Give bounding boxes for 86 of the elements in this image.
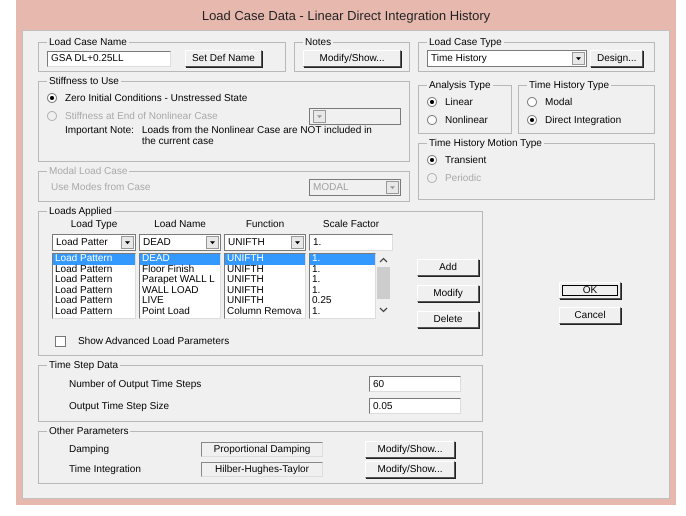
- value-display: Proportional Damping: [201, 442, 323, 456]
- list-action-button[interactable]: Delete: [417, 311, 479, 328]
- field-label: Use Modes from Case: [51, 182, 150, 193]
- radio-label: Nonlinear: [445, 114, 488, 126]
- caret-icon: [121, 236, 134, 249]
- field-label: Number of Output Time Steps: [69, 378, 202, 390]
- radio-label: Modal: [545, 96, 572, 108]
- list-cell[interactable]: Load Pattern: [53, 264, 135, 275]
- list-cell[interactable]: Point Load: [140, 306, 220, 317]
- value-display: Hilber-Hughes-Taylor: [201, 462, 323, 476]
- list-action-button[interactable]: Add: [417, 259, 479, 276]
- list-cell[interactable]: UNIFTH: [225, 264, 305, 275]
- input-field[interactable]: 60: [369, 376, 461, 392]
- caret-icon: [291, 236, 304, 249]
- list-cell[interactable]: Load Pattern: [53, 306, 135, 317]
- name-field[interactable]: GSA DL+0.25LL: [47, 50, 171, 66]
- case-dropdown[interactable]: [309, 108, 401, 124]
- caret-icon: [313, 110, 326, 122]
- list-cell[interactable]: Load Pattern: [53, 286, 135, 296]
- list-cell[interactable]: UNIFTH: [225, 296, 305, 306]
- note-label: Important Note:: [65, 125, 134, 138]
- radio-button[interactable]: [427, 155, 437, 165]
- list-cell[interactable]: 1.: [310, 275, 375, 286]
- window-title: Load Case Data - Linear Direct Integration History: [200, 6, 492, 25]
- list-cell[interactable]: 0.25: [310, 296, 375, 306]
- column-header: Load Type: [70, 219, 118, 232]
- group-label: Analysis Type: [428, 80, 492, 91]
- group-label: Load Case Type: [428, 37, 503, 48]
- group-label: Other Parameters: [48, 426, 130, 437]
- group-label: Time Step Data: [48, 360, 120, 371]
- list-action-button[interactable]: Modify: [417, 285, 479, 302]
- scale-factor-field[interactable]: 1.: [309, 234, 393, 251]
- note-text: Loads from the Nonlinear Case are NOT included in the current case: [142, 125, 373, 147]
- dialog-button[interactable]: Cancel: [559, 307, 621, 324]
- column-header: Scale Factor: [322, 219, 380, 232]
- caret-icon: [572, 52, 585, 65]
- radio-label: Stiffness at End of Nonlinear Case: [65, 110, 218, 122]
- modify-show-button[interactable]: Modify/Show...: [365, 460, 455, 478]
- design-button[interactable]: Design...: [590, 50, 644, 67]
- modify-show-button[interactable]: Modify/Show...: [303, 50, 401, 67]
- input-field[interactable]: 0.05: [369, 398, 461, 414]
- list-cell[interactable]: LIVE: [140, 296, 220, 306]
- list-cell[interactable]: Load Pattern: [53, 275, 135, 286]
- column-dropdown[interactable]: UNIFTH: [224, 234, 306, 251]
- list-cell[interactable]: 1.: [310, 264, 375, 275]
- column-dropdown[interactable]: DEAD: [139, 234, 221, 251]
- dialog-button[interactable]: OK: [559, 282, 621, 299]
- radio-button[interactable]: [427, 115, 437, 125]
- column-header: Function: [244, 219, 286, 232]
- radio-label: Direct Integration: [545, 114, 622, 126]
- group-label: Stiffness to Use: [48, 76, 120, 87]
- list-cell[interactable]: WALL LOAD: [140, 286, 220, 296]
- modify-show-button[interactable]: Modify/Show...: [365, 440, 455, 458]
- column-header: Load Name: [153, 219, 207, 232]
- radio-button[interactable]: [47, 93, 57, 103]
- group-label: Notes: [304, 37, 332, 48]
- list-cell[interactable]: UNIFTH: [225, 286, 305, 296]
- radio-label: Zero Initial Conditions - Unstressed State: [65, 92, 248, 104]
- checkbox[interactable]: [55, 336, 66, 347]
- case-type-dropdown[interactable]: Time History: [427, 50, 587, 67]
- column-dropdown[interactable]: Load Patter: [52, 234, 136, 251]
- radio-button[interactable]: [527, 115, 537, 125]
- list-cell[interactable]: Parapet WALL L: [140, 275, 220, 286]
- group-label: Loads Applied: [48, 206, 113, 217]
- group-label: Load Case Name: [48, 37, 128, 48]
- parameter-label: Time Integration: [69, 464, 142, 474]
- group-label: Time History Motion Type: [428, 138, 543, 149]
- checkbox-label: Show Advanced Load Parameters: [78, 336, 230, 347]
- parameter-label: Damping: [69, 444, 110, 454]
- group-label: Time History Type: [528, 80, 610, 91]
- radio-button[interactable]: [427, 97, 437, 107]
- list-cell[interactable]: Load Pattern: [53, 296, 135, 306]
- radio-label: Linear: [445, 96, 473, 108]
- radio-label: Transient: [445, 154, 486, 166]
- radio-button[interactable]: [527, 97, 537, 107]
- group-label: Modal Load Case: [48, 166, 128, 177]
- list-cell[interactable]: UNIFTH: [225, 275, 305, 286]
- set-def-name-button[interactable]: Set Def Name: [185, 50, 262, 67]
- list-cell[interactable]: 1.: [310, 306, 375, 317]
- list-cell[interactable]: 1.: [310, 286, 375, 296]
- caret-icon: [206, 236, 219, 249]
- list-cell[interactable]: Column Remova: [225, 306, 305, 317]
- caret-icon: [386, 181, 399, 194]
- field-label: Output Time Step Size: [69, 400, 170, 412]
- radio-label: Periodic: [445, 172, 482, 184]
- list-cell[interactable]: Floor Finish: [140, 264, 220, 275]
